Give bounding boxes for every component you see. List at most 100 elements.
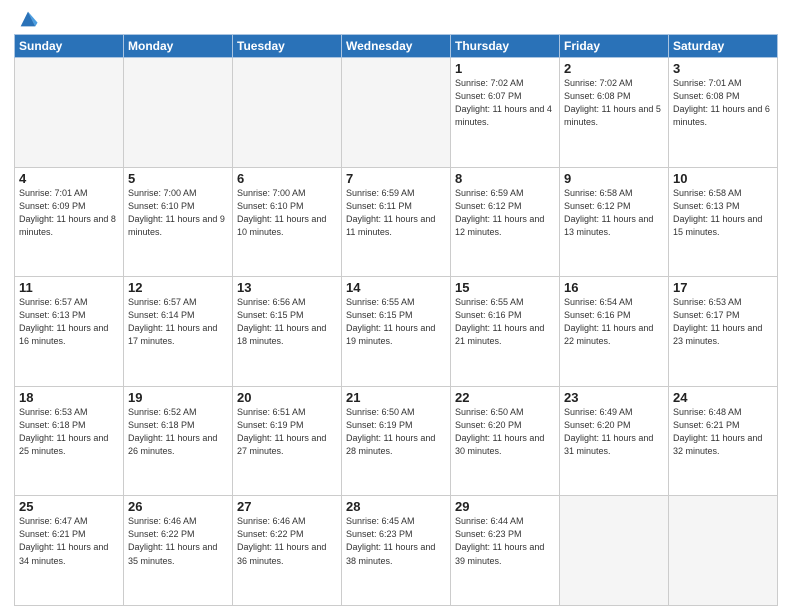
day-header-friday: Friday bbox=[560, 35, 669, 58]
sun-info: Sunrise: 6:55 AMSunset: 6:15 PMDaylight:… bbox=[346, 296, 446, 348]
day-number: 13 bbox=[237, 280, 337, 295]
day-number: 24 bbox=[673, 390, 773, 405]
calendar-cell: 22Sunrise: 6:50 AMSunset: 6:20 PMDayligh… bbox=[451, 386, 560, 496]
sun-info: Sunrise: 6:46 AMSunset: 6:22 PMDaylight:… bbox=[237, 515, 337, 567]
sun-info: Sunrise: 6:56 AMSunset: 6:15 PMDaylight:… bbox=[237, 296, 337, 348]
calendar-cell: 12Sunrise: 6:57 AMSunset: 6:14 PMDayligh… bbox=[124, 277, 233, 387]
day-number: 6 bbox=[237, 171, 337, 186]
day-number: 19 bbox=[128, 390, 228, 405]
sun-info: Sunrise: 6:48 AMSunset: 6:21 PMDaylight:… bbox=[673, 406, 773, 458]
day-header-saturday: Saturday bbox=[669, 35, 778, 58]
calendar-week-5: 25Sunrise: 6:47 AMSunset: 6:21 PMDayligh… bbox=[15, 496, 778, 606]
logo-icon bbox=[17, 8, 39, 30]
sun-info: Sunrise: 6:54 AMSunset: 6:16 PMDaylight:… bbox=[564, 296, 664, 348]
calendar-cell: 19Sunrise: 6:52 AMSunset: 6:18 PMDayligh… bbox=[124, 386, 233, 496]
day-number: 9 bbox=[564, 171, 664, 186]
logo bbox=[14, 14, 39, 30]
sun-info: Sunrise: 6:50 AMSunset: 6:20 PMDaylight:… bbox=[455, 406, 555, 458]
day-number: 28 bbox=[346, 499, 446, 514]
calendar-cell bbox=[233, 58, 342, 168]
calendar-cell: 21Sunrise: 6:50 AMSunset: 6:19 PMDayligh… bbox=[342, 386, 451, 496]
calendar-cell: 14Sunrise: 6:55 AMSunset: 6:15 PMDayligh… bbox=[342, 277, 451, 387]
day-number: 21 bbox=[346, 390, 446, 405]
calendar-cell: 18Sunrise: 6:53 AMSunset: 6:18 PMDayligh… bbox=[15, 386, 124, 496]
day-number: 4 bbox=[19, 171, 119, 186]
sun-info: Sunrise: 6:57 AMSunset: 6:13 PMDaylight:… bbox=[19, 296, 119, 348]
day-number: 3 bbox=[673, 61, 773, 76]
sun-info: Sunrise: 7:00 AMSunset: 6:10 PMDaylight:… bbox=[237, 187, 337, 239]
sun-info: Sunrise: 6:51 AMSunset: 6:19 PMDaylight:… bbox=[237, 406, 337, 458]
sun-info: Sunrise: 6:45 AMSunset: 6:23 PMDaylight:… bbox=[346, 515, 446, 567]
calendar-cell: 6Sunrise: 7:00 AMSunset: 6:10 PMDaylight… bbox=[233, 167, 342, 277]
sun-info: Sunrise: 6:59 AMSunset: 6:11 PMDaylight:… bbox=[346, 187, 446, 239]
day-number: 29 bbox=[455, 499, 555, 514]
calendar-cell: 11Sunrise: 6:57 AMSunset: 6:13 PMDayligh… bbox=[15, 277, 124, 387]
calendar-table: SundayMondayTuesdayWednesdayThursdayFrid… bbox=[14, 34, 778, 606]
sun-info: Sunrise: 7:01 AMSunset: 6:09 PMDaylight:… bbox=[19, 187, 119, 239]
calendar-cell: 15Sunrise: 6:55 AMSunset: 6:16 PMDayligh… bbox=[451, 277, 560, 387]
day-number: 5 bbox=[128, 171, 228, 186]
sun-info: Sunrise: 6:53 AMSunset: 6:18 PMDaylight:… bbox=[19, 406, 119, 458]
sun-info: Sunrise: 6:47 AMSunset: 6:21 PMDaylight:… bbox=[19, 515, 119, 567]
day-number: 2 bbox=[564, 61, 664, 76]
day-number: 20 bbox=[237, 390, 337, 405]
calendar-cell: 3Sunrise: 7:01 AMSunset: 6:08 PMDaylight… bbox=[669, 58, 778, 168]
sun-info: Sunrise: 7:02 AMSunset: 6:07 PMDaylight:… bbox=[455, 77, 555, 129]
calendar-week-4: 18Sunrise: 6:53 AMSunset: 6:18 PMDayligh… bbox=[15, 386, 778, 496]
day-number: 17 bbox=[673, 280, 773, 295]
calendar-cell: 24Sunrise: 6:48 AMSunset: 6:21 PMDayligh… bbox=[669, 386, 778, 496]
calendar-cell: 17Sunrise: 6:53 AMSunset: 6:17 PMDayligh… bbox=[669, 277, 778, 387]
calendar-cell: 23Sunrise: 6:49 AMSunset: 6:20 PMDayligh… bbox=[560, 386, 669, 496]
sun-info: Sunrise: 6:53 AMSunset: 6:17 PMDaylight:… bbox=[673, 296, 773, 348]
day-number: 16 bbox=[564, 280, 664, 295]
calendar-cell: 8Sunrise: 6:59 AMSunset: 6:12 PMDaylight… bbox=[451, 167, 560, 277]
sun-info: Sunrise: 6:50 AMSunset: 6:19 PMDaylight:… bbox=[346, 406, 446, 458]
calendar-cell: 28Sunrise: 6:45 AMSunset: 6:23 PMDayligh… bbox=[342, 496, 451, 606]
calendar-cell: 5Sunrise: 7:00 AMSunset: 6:10 PMDaylight… bbox=[124, 167, 233, 277]
day-number: 12 bbox=[128, 280, 228, 295]
calendar-cell: 2Sunrise: 7:02 AMSunset: 6:08 PMDaylight… bbox=[560, 58, 669, 168]
calendar-cell bbox=[560, 496, 669, 606]
day-number: 11 bbox=[19, 280, 119, 295]
day-number: 27 bbox=[237, 499, 337, 514]
day-number: 23 bbox=[564, 390, 664, 405]
sun-info: Sunrise: 6:58 AMSunset: 6:13 PMDaylight:… bbox=[673, 187, 773, 239]
calendar-cell: 10Sunrise: 6:58 AMSunset: 6:13 PMDayligh… bbox=[669, 167, 778, 277]
calendar-cell: 4Sunrise: 7:01 AMSunset: 6:09 PMDaylight… bbox=[15, 167, 124, 277]
page: SundayMondayTuesdayWednesdayThursdayFrid… bbox=[0, 0, 792, 612]
day-header-sunday: Sunday bbox=[15, 35, 124, 58]
sun-info: Sunrise: 6:49 AMSunset: 6:20 PMDaylight:… bbox=[564, 406, 664, 458]
sun-info: Sunrise: 6:58 AMSunset: 6:12 PMDaylight:… bbox=[564, 187, 664, 239]
sun-info: Sunrise: 7:01 AMSunset: 6:08 PMDaylight:… bbox=[673, 77, 773, 129]
calendar-week-1: 1Sunrise: 7:02 AMSunset: 6:07 PMDaylight… bbox=[15, 58, 778, 168]
calendar-week-3: 11Sunrise: 6:57 AMSunset: 6:13 PMDayligh… bbox=[15, 277, 778, 387]
sun-info: Sunrise: 7:00 AMSunset: 6:10 PMDaylight:… bbox=[128, 187, 228, 239]
calendar-cell bbox=[669, 496, 778, 606]
sun-info: Sunrise: 6:44 AMSunset: 6:23 PMDaylight:… bbox=[455, 515, 555, 567]
sun-info: Sunrise: 7:02 AMSunset: 6:08 PMDaylight:… bbox=[564, 77, 664, 129]
calendar-cell: 13Sunrise: 6:56 AMSunset: 6:15 PMDayligh… bbox=[233, 277, 342, 387]
day-number: 1 bbox=[455, 61, 555, 76]
sun-info: Sunrise: 6:59 AMSunset: 6:12 PMDaylight:… bbox=[455, 187, 555, 239]
day-number: 25 bbox=[19, 499, 119, 514]
day-number: 18 bbox=[19, 390, 119, 405]
calendar-cell: 25Sunrise: 6:47 AMSunset: 6:21 PMDayligh… bbox=[15, 496, 124, 606]
day-number: 22 bbox=[455, 390, 555, 405]
day-header-tuesday: Tuesday bbox=[233, 35, 342, 58]
calendar-cell: 26Sunrise: 6:46 AMSunset: 6:22 PMDayligh… bbox=[124, 496, 233, 606]
header bbox=[14, 10, 778, 30]
calendar-cell bbox=[124, 58, 233, 168]
calendar-cell: 16Sunrise: 6:54 AMSunset: 6:16 PMDayligh… bbox=[560, 277, 669, 387]
calendar-cell: 27Sunrise: 6:46 AMSunset: 6:22 PMDayligh… bbox=[233, 496, 342, 606]
day-number: 7 bbox=[346, 171, 446, 186]
day-number: 14 bbox=[346, 280, 446, 295]
calendar-cell: 20Sunrise: 6:51 AMSunset: 6:19 PMDayligh… bbox=[233, 386, 342, 496]
calendar-cell: 29Sunrise: 6:44 AMSunset: 6:23 PMDayligh… bbox=[451, 496, 560, 606]
calendar-cell: 9Sunrise: 6:58 AMSunset: 6:12 PMDaylight… bbox=[560, 167, 669, 277]
day-header-wednesday: Wednesday bbox=[342, 35, 451, 58]
day-header-thursday: Thursday bbox=[451, 35, 560, 58]
day-header-monday: Monday bbox=[124, 35, 233, 58]
calendar-week-2: 4Sunrise: 7:01 AMSunset: 6:09 PMDaylight… bbox=[15, 167, 778, 277]
calendar-header-row: SundayMondayTuesdayWednesdayThursdayFrid… bbox=[15, 35, 778, 58]
calendar-cell: 1Sunrise: 7:02 AMSunset: 6:07 PMDaylight… bbox=[451, 58, 560, 168]
